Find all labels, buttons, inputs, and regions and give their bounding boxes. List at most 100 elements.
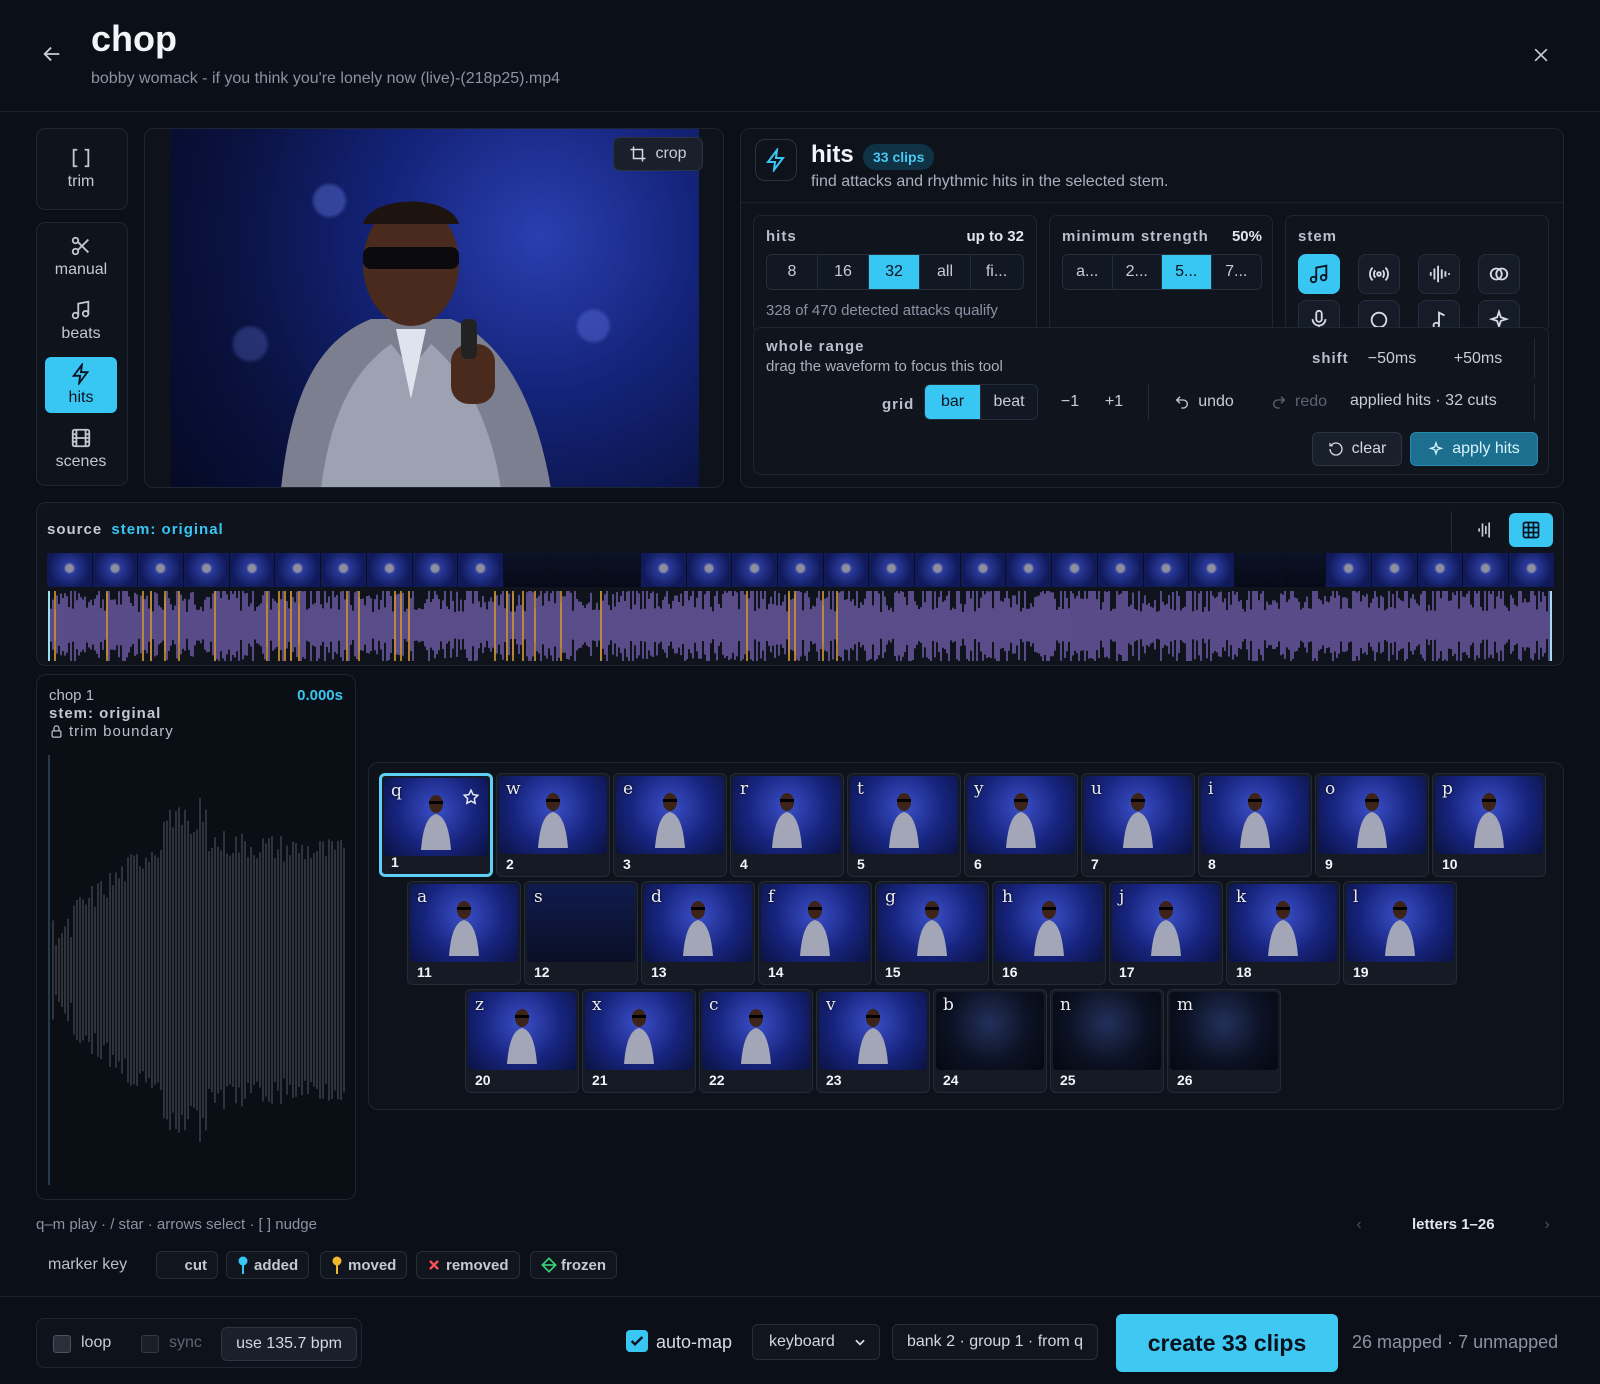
loop-checkbox[interactable] <box>53 1335 71 1353</box>
star-icon[interactable] <box>462 788 480 806</box>
view-toggle-divider <box>1451 511 1452 551</box>
strength-option[interactable]: 7... <box>1212 255 1262 289</box>
key-pad-c[interactable]: c 22 <box>699 989 813 1093</box>
hits-count-option[interactable]: all <box>920 255 971 289</box>
key-pad-t[interactable]: t5 <box>847 773 961 877</box>
use-bpm-button[interactable]: use 135.7 bpm <box>221 1327 357 1361</box>
key-pad-i[interactable]: i8 <box>1198 773 1312 877</box>
key-pad-v[interactable]: v 23 <box>816 989 930 1093</box>
key-pad-y[interactable]: y6 <box>964 773 1078 877</box>
timeline-thumbnail <box>915 553 961 587</box>
waveform-view-button[interactable] <box>1465 513 1505 547</box>
key-number: 16 <box>1002 964 1018 980</box>
hits-count-option[interactable]: 32 <box>869 255 920 289</box>
strength-option[interactable]: 5... <box>1162 255 1212 289</box>
grid-option[interactable]: beat <box>981 385 1037 419</box>
grid-minus-button[interactable]: −1 <box>1052 386 1088 418</box>
undo-button[interactable]: undo <box>1168 386 1240 418</box>
create-clips-button[interactable]: create 33 clips <box>1116 1314 1338 1372</box>
range-description: drag the waveform to focus this tool <box>766 358 1003 375</box>
nav-beats[interactable]: beats <box>45 293 117 349</box>
key-pad-s[interactable]: s 12 <box>524 881 638 985</box>
stem-waveform-button[interactable] <box>1418 254 1460 294</box>
key-number: 6 <box>974 856 982 872</box>
key-pad-q[interactable]: q1 <box>379 773 493 877</box>
nav-trim[interactable]: trim <box>45 141 117 197</box>
waveform-icon <box>1429 265 1450 283</box>
key-pad-w[interactable]: w2 <box>496 773 610 877</box>
shift-plus-button[interactable]: +50ms <box>1446 344 1510 374</box>
crop-button[interactable]: crop <box>613 137 703 171</box>
sync-checkbox[interactable] <box>141 1335 159 1353</box>
key-pad-g[interactable]: g 15 <box>875 881 989 985</box>
bank-group-select[interactable]: bank 2 · group 1 · from q <box>892 1324 1098 1360</box>
chop-waveform[interactable] <box>47 755 347 1185</box>
close-button[interactable] <box>1526 40 1556 70</box>
automap-checkbox[interactable] <box>626 1330 648 1352</box>
key-pad-f[interactable]: f 14 <box>758 881 872 985</box>
grid-view-button[interactable] <box>1509 513 1553 547</box>
hits-count-option[interactable]: 8 <box>767 255 818 289</box>
pager-label: letters 1–26 <box>1412 1216 1495 1233</box>
performer-thumbnail <box>917 901 947 956</box>
video-frame[interactable] <box>171 129 699 487</box>
key-pad-l[interactable]: l 19 <box>1343 881 1457 985</box>
hits-count-option[interactable]: 16 <box>818 255 869 289</box>
shift-minus-button[interactable]: −50ms <box>1362 344 1422 374</box>
timeline-thumbnail <box>1234 553 1281 587</box>
hits-count-option[interactable]: fi... <box>971 255 1022 289</box>
mapped-status: 26 mapped · 7 unmapped <box>1352 1332 1559 1352</box>
apply-hits-button[interactable]: apply hits <box>1410 432 1538 466</box>
key-pad-e[interactable]: e3 <box>613 773 727 877</box>
key-pad-z[interactable]: z 20 <box>465 989 579 1093</box>
key-letter: g <box>885 887 896 907</box>
nav-scenes[interactable]: scenes <box>45 421 117 477</box>
key-pad-o[interactable]: o9 <box>1315 773 1429 877</box>
nav-hits[interactable]: hits <box>45 357 117 413</box>
key-letter: i <box>1208 779 1214 799</box>
key-letter: f <box>768 887 775 907</box>
close-icon <box>1534 48 1548 62</box>
key-pad-u[interactable]: u7 <box>1081 773 1195 877</box>
source-waveform[interactable] <box>47 591 1555 661</box>
pager-next-button[interactable]: › <box>1532 1210 1562 1240</box>
nav-manual[interactable]: manual <box>45 229 117 285</box>
key-pad-a[interactable]: a 11 <box>407 881 521 985</box>
timeline-thumbnail <box>549 553 596 587</box>
thumbnail-strip[interactable] <box>47 553 1555 587</box>
key-thumbnail <box>850 776 958 854</box>
stem-music-button[interactable] <box>1298 254 1340 294</box>
grid-plus-button[interactable]: +1 <box>1096 386 1132 418</box>
key-pad-j[interactable]: j 17 <box>1109 881 1223 985</box>
key-letter: t <box>857 779 864 799</box>
strength-option[interactable]: a... <box>1063 255 1113 289</box>
key-pad-h[interactable]: h 16 <box>992 881 1106 985</box>
timeline-thumbnail <box>595 553 641 587</box>
stem-link-button[interactable] <box>1478 254 1520 294</box>
strength-option[interactable]: 2... <box>1113 255 1162 289</box>
key-pad-k[interactable]: k 18 <box>1226 881 1340 985</box>
stem-radio-button[interactable] <box>1358 254 1400 294</box>
key-pad-r[interactable]: r4 <box>730 773 844 877</box>
key-letter: q <box>391 781 402 801</box>
key-pad-p[interactable]: p 10 <box>1432 773 1546 877</box>
key-letter: d <box>651 887 662 907</box>
map-mode-select[interactable]: keyboard <box>752 1324 880 1360</box>
key-letter: a <box>417 887 428 907</box>
chevron-down-icon <box>855 1339 865 1346</box>
key-pad-x[interactable]: x 21 <box>582 989 696 1093</box>
key-pad-n[interactable]: n 25 <box>1050 989 1164 1093</box>
key-pad-b[interactable]: b 24 <box>933 989 1047 1093</box>
source-label: source stem: original <box>47 521 224 538</box>
performer-thumbnail <box>507 1009 537 1064</box>
arrow-left-icon <box>43 46 60 62</box>
timeline-thumbnail <box>778 553 824 587</box>
hits-description: find attacks and rhythmic hits in the se… <box>811 173 1169 190</box>
clear-button[interactable]: clear <box>1312 432 1402 466</box>
grid-option[interactable]: bar <box>925 385 982 419</box>
redo-button[interactable]: redo <box>1266 386 1332 418</box>
pager-prev-button[interactable]: ‹ <box>1344 1210 1374 1240</box>
key-pad-m[interactable]: m 26 <box>1167 989 1281 1093</box>
back-button[interactable] <box>36 38 68 70</box>
key-pad-d[interactable]: d 13 <box>641 881 755 985</box>
